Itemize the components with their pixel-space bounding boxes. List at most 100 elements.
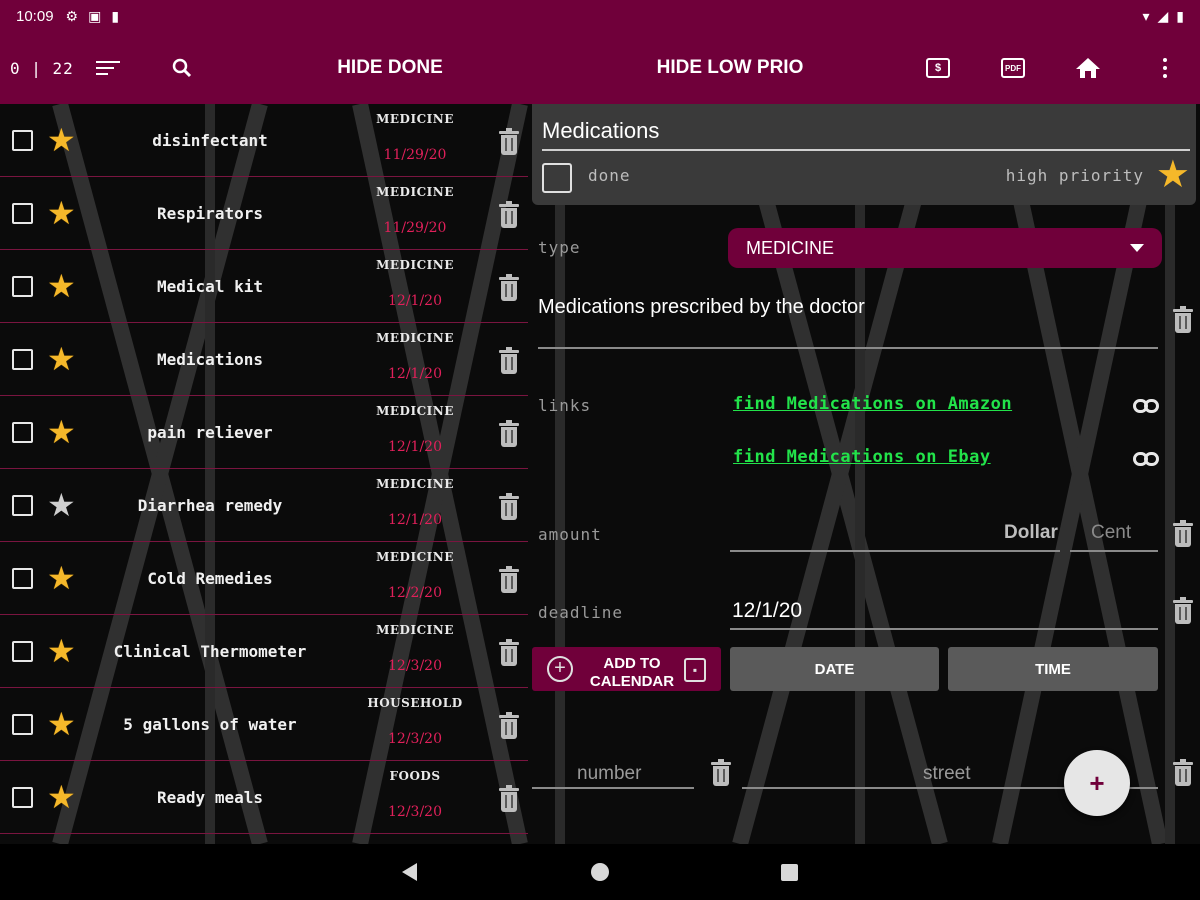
cent-underline bbox=[1070, 550, 1158, 552]
delete-item-icon[interactable] bbox=[499, 347, 519, 374]
pdf-icon[interactable]: PDF bbox=[1001, 32, 1025, 104]
list-item[interactable]: ★ Clinical Thermometer MEDICINE 12/3/20 bbox=[0, 615, 528, 688]
priority-star-icon[interactable]: ★ bbox=[47, 414, 76, 450]
priority-star-icon[interactable]: ★ bbox=[47, 268, 76, 304]
item-checkbox[interactable] bbox=[12, 714, 33, 735]
home-icon[interactable] bbox=[1075, 32, 1101, 104]
navigation-bar bbox=[0, 844, 1200, 900]
list-item-partial[interactable]: ELECTRONICS bbox=[0, 834, 528, 844]
priority-star-icon[interactable]: ★ bbox=[47, 560, 76, 596]
hide-low-prio-button[interactable]: HIDE LOW PRIO bbox=[645, 32, 815, 104]
priority-star-icon[interactable]: ★ bbox=[47, 341, 76, 377]
date-button[interactable]: DATE bbox=[730, 647, 939, 691]
priority-star-icon[interactable]: ★ bbox=[47, 122, 76, 158]
item-checkbox[interactable] bbox=[12, 422, 33, 443]
detail-pane: Medications done high priority ★ type ME… bbox=[528, 104, 1200, 844]
amazon-link[interactable]: find Medications on Amazon bbox=[733, 394, 1012, 414]
list-item[interactable]: ★ Diarrhea remedy MEDICINE 12/1/20 bbox=[0, 469, 528, 542]
item-category: HOUSEHOLD bbox=[367, 696, 463, 710]
priority-star-icon[interactable]: ★ bbox=[47, 633, 76, 669]
hide-done-button[interactable]: HIDE DONE bbox=[330, 32, 450, 104]
item-title-field[interactable]: Medications bbox=[542, 118, 659, 144]
sd-card-icon: ▮ bbox=[111, 7, 120, 24]
type-dropdown[interactable]: MEDICINE bbox=[728, 228, 1162, 268]
sort-icon[interactable] bbox=[96, 32, 120, 104]
delete-item-icon[interactable] bbox=[499, 493, 519, 520]
list-item[interactable]: ★ Respirators MEDICINE 11/29/20 bbox=[0, 177, 528, 250]
list-item[interactable]: ★ Ready meals FOODS 12/3/20 bbox=[0, 761, 528, 834]
street-field[interactable]: street bbox=[923, 763, 971, 785]
list-item[interactable]: ★ 5 gallons of water HOUSEHOLD 12/3/20 bbox=[0, 688, 528, 761]
item-checkbox[interactable] bbox=[12, 349, 33, 370]
list-item[interactable]: ★ Medications MEDICINE 12/1/20 bbox=[0, 323, 528, 396]
cent-field[interactable]: Cent bbox=[1091, 522, 1131, 544]
home-nav-icon[interactable] bbox=[591, 863, 609, 881]
item-name: Diarrhea remedy bbox=[137, 496, 283, 515]
item-checkbox[interactable] bbox=[12, 495, 33, 516]
delete-item-icon[interactable] bbox=[499, 785, 519, 812]
money-icon[interactable]: $ bbox=[926, 32, 950, 104]
recents-icon[interactable] bbox=[781, 864, 798, 881]
back-icon[interactable] bbox=[402, 863, 417, 881]
delete-item-icon[interactable] bbox=[499, 566, 519, 593]
time-button[interactable]: TIME bbox=[948, 647, 1158, 691]
delete-description-icon[interactable] bbox=[1173, 306, 1193, 333]
add-to-calendar-label: ADD TO CALENDAR bbox=[589, 655, 675, 690]
delete-item-icon[interactable] bbox=[499, 201, 519, 228]
list-item[interactable]: ★ Medical kit MEDICINE 12/1/20 bbox=[0, 250, 528, 323]
item-category: FOODS bbox=[389, 769, 441, 783]
search-icon[interactable] bbox=[170, 32, 194, 104]
add-circle-icon: + bbox=[547, 656, 573, 682]
delete-item-icon[interactable] bbox=[499, 420, 519, 447]
item-date: 12/1/20 bbox=[388, 439, 442, 455]
item-category: MEDICINE bbox=[376, 477, 454, 491]
list-item[interactable]: ★ disinfectant MEDICINE 11/29/20 bbox=[0, 104, 528, 177]
status-bar: 10:09 ⚙ ▣ ▮ ▾ ◢ ▮ bbox=[0, 0, 1200, 32]
list-item[interactable]: ★ pain reliever MEDICINE 12/1/20 bbox=[0, 396, 528, 469]
done-checkbox[interactable] bbox=[542, 163, 572, 193]
delete-item-icon[interactable] bbox=[499, 712, 519, 739]
link-icon[interactable] bbox=[1133, 399, 1159, 413]
add-fab-button[interactable]: + bbox=[1064, 750, 1130, 816]
priority-star-icon[interactable]: ★ bbox=[47, 706, 76, 742]
delete-amount-icon[interactable] bbox=[1173, 520, 1193, 547]
item-name: Medical kit bbox=[157, 277, 263, 296]
delete-street-icon[interactable] bbox=[1173, 759, 1193, 786]
more-vert-icon[interactable] bbox=[1160, 32, 1170, 104]
amount-label: amount bbox=[538, 525, 602, 544]
priority-star-icon[interactable]: ★ bbox=[47, 487, 76, 523]
title-underline bbox=[542, 149, 1190, 151]
item-name: Cold Remedies bbox=[147, 569, 273, 588]
item-date: 11/29/20 bbox=[383, 147, 447, 163]
item-category: MEDICINE bbox=[376, 112, 454, 126]
list-item[interactable]: ★ Cold Remedies MEDICINE 12/2/20 bbox=[0, 542, 528, 615]
deadline-field[interactable]: 12/1/20 bbox=[732, 599, 802, 623]
dollar-field[interactable]: Dollar bbox=[1004, 522, 1058, 544]
delete-item-icon[interactable] bbox=[499, 274, 519, 301]
wifi-icon: ▾ bbox=[1142, 7, 1150, 24]
delete-item-icon[interactable] bbox=[499, 639, 519, 666]
item-counter: 0 | 22 bbox=[10, 58, 74, 78]
priority-star-icon[interactable]: ★ bbox=[47, 195, 76, 231]
item-checkbox[interactable] bbox=[12, 130, 33, 151]
priority-star-icon[interactable]: ★ bbox=[47, 779, 76, 815]
item-category: MEDICINE bbox=[376, 623, 454, 637]
item-list: ★ disinfectant MEDICINE 11/29/20 ★ Respirator… bbox=[0, 104, 528, 844]
number-field[interactable]: number bbox=[577, 763, 641, 785]
item-checkbox[interactable] bbox=[12, 203, 33, 224]
ebay-link[interactable]: find Medications on Ebay bbox=[733, 447, 991, 467]
description-field[interactable]: Medications prescribed by the doctor bbox=[538, 296, 865, 319]
add-to-calendar-button[interactable]: + ADD TO CALENDAR ▪ bbox=[532, 647, 721, 691]
item-checkbox[interactable] bbox=[12, 568, 33, 589]
links-label: links bbox=[538, 396, 592, 415]
item-date: 12/3/20 bbox=[388, 731, 442, 747]
deadline-label: deadline bbox=[538, 603, 624, 622]
item-checkbox[interactable] bbox=[12, 787, 33, 808]
link-icon[interactable] bbox=[1133, 452, 1159, 466]
delete-number-icon[interactable] bbox=[711, 759, 731, 786]
delete-deadline-icon[interactable] bbox=[1173, 597, 1193, 624]
item-checkbox[interactable] bbox=[12, 641, 33, 662]
delete-item-icon[interactable] bbox=[499, 128, 519, 155]
high-priority-star-icon[interactable]: ★ bbox=[1156, 155, 1190, 195]
item-checkbox[interactable] bbox=[12, 276, 33, 297]
